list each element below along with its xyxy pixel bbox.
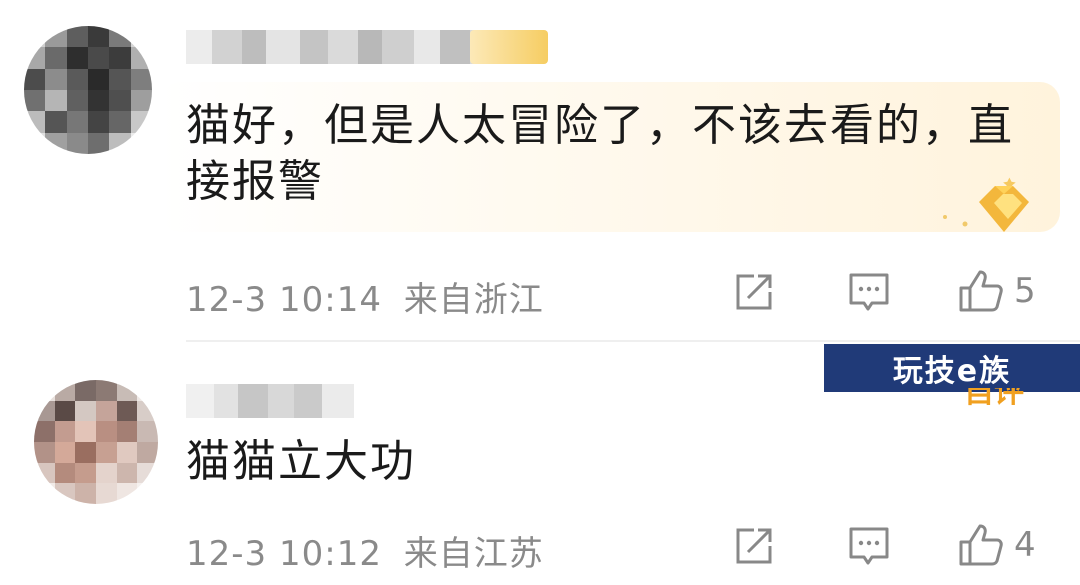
comment-item: 猫好，但是人太冒险了，不该去看的，直接报警 12-3 10:14 来自浙江 5	[0, 0, 1080, 340]
comment-timestamp: 12-3 10:14	[186, 280, 382, 320]
thumbs-up-icon	[959, 270, 1003, 312]
like-button[interactable]: 4	[958, 522, 1036, 568]
share-icon	[736, 274, 772, 310]
thumbs-up-icon	[959, 524, 1003, 566]
comment-item: 猫猫立大功 12-3 10:12 来自江苏 4	[0, 344, 1080, 585]
like-button[interactable]: 5	[958, 268, 1036, 314]
comment-timestamp: 12-3 10:12	[186, 534, 382, 574]
comment-meta: 12-3 10:12 来自江苏	[186, 526, 544, 575]
reply-button[interactable]	[848, 272, 890, 314]
comment-location: 来自浙江	[403, 280, 544, 320]
username-blurred[interactable]	[186, 384, 354, 418]
comment-divider	[186, 340, 1080, 342]
comment-icon	[849, 273, 889, 311]
medal-badge-icon	[935, 172, 1055, 242]
avatar[interactable]	[34, 380, 158, 504]
comment-text: 猫好，但是人太冒险了，不该去看的，直接报警	[186, 100, 1014, 207]
like-count: 5	[1014, 271, 1036, 311]
comment-location: 来自江苏	[403, 534, 544, 574]
share-button[interactable]	[734, 272, 776, 312]
user-level-badge	[470, 30, 548, 64]
comment-text: 猫猫立大功	[186, 436, 416, 487]
comment-meta: 12-3 10:14 来自浙江	[186, 272, 544, 321]
reply-button[interactable]	[848, 526, 890, 568]
like-count: 4	[1014, 525, 1036, 565]
avatar[interactable]	[24, 26, 152, 154]
share-button[interactable]	[734, 526, 776, 566]
comment-icon	[849, 527, 889, 565]
share-icon	[736, 528, 772, 564]
